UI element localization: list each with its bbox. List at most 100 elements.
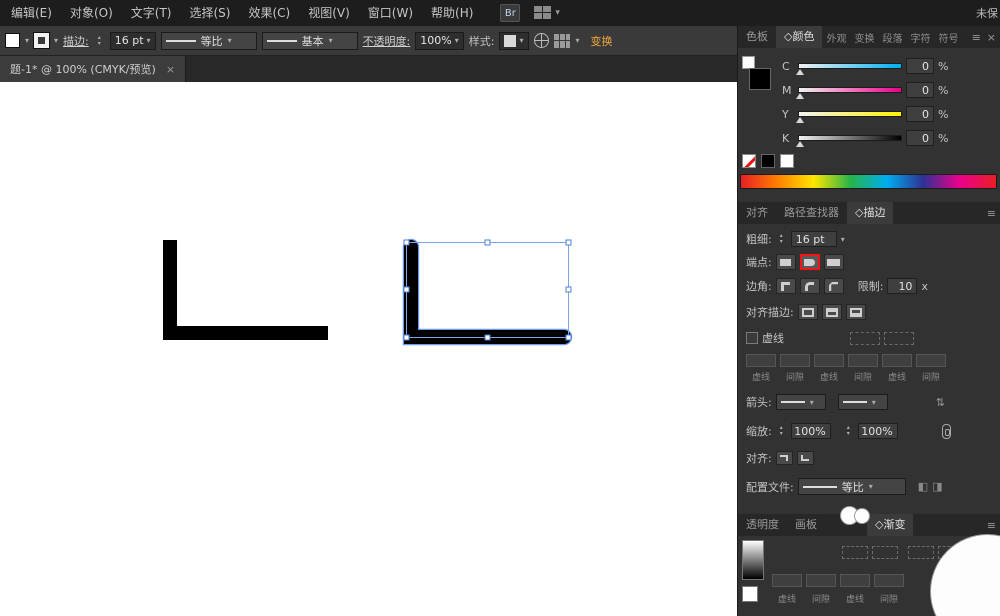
gap-field-2[interactable] [848, 354, 878, 367]
miter-join-button[interactable] [775, 278, 796, 294]
preferences-caret-icon[interactable]: ▾ [575, 36, 579, 45]
handle-bottom-center[interactable] [484, 334, 491, 341]
tab-align[interactable]: 对齐 [738, 202, 776, 224]
dock-character[interactable]: 字符 [906, 30, 934, 45]
stroke-panel-link[interactable]: 描边: [63, 33, 89, 49]
align-center-button[interactable] [797, 304, 818, 320]
transform-link[interactable]: 变换 [590, 33, 612, 49]
tab-swatches[interactable]: 色板 [738, 26, 776, 48]
tab-artboards[interactable]: 画板 [787, 514, 825, 536]
bottom-dash-outline-2[interactable] [872, 546, 898, 559]
bottom-dash-field-1[interactable] [772, 574, 802, 587]
stroke-weight-stepper[interactable]: ▴ ▾ [94, 32, 105, 50]
stroke-weight-value[interactable]: 16 pt ▾ [109, 31, 156, 50]
yellow-value[interactable]: 0 [906, 106, 934, 122]
fill-color-swatch[interactable] [5, 33, 20, 48]
magenta-value[interactable]: 0 [906, 82, 934, 98]
menu-edit[interactable]: 编辑(E) [2, 0, 61, 26]
menu-object[interactable]: 对象(O) [61, 0, 122, 26]
tab-gradient[interactable]: ◇渐变 [867, 514, 914, 536]
handle-bottom-left[interactable] [403, 334, 410, 341]
profile-dropdown[interactable]: 等比 ▾ [797, 478, 906, 495]
gap-field-3[interactable] [916, 354, 946, 367]
document-setup-globe-icon[interactable] [534, 33, 550, 48]
projecting-cap-button[interactable] [823, 254, 844, 270]
workspace-caret-icon[interactable]: ▾ [555, 8, 560, 18]
round-join-button[interactable] [799, 278, 820, 294]
bottom-dash-outline-3[interactable] [908, 546, 934, 559]
handle-mid-left[interactable] [403, 286, 410, 293]
dashed-line-checkbox[interactable] [746, 332, 758, 344]
link-scale-icon[interactable] [941, 423, 951, 439]
arrow-start-dropdown[interactable]: ▾ [775, 394, 826, 410]
weight-value[interactable]: 16 pt [790, 231, 837, 247]
none-color-swatch[interactable] [742, 154, 756, 168]
gap-field-1[interactable] [780, 354, 810, 367]
menu-effect[interactable]: 效果(C) [239, 0, 299, 26]
bottom-gap-field-1[interactable] [806, 574, 836, 587]
dash-field-2[interactable] [814, 354, 844, 367]
handle-mid-right[interactable] [565, 286, 572, 293]
dash-preserve-button[interactable] [850, 331, 880, 345]
magenta-slider[interactable] [796, 87, 902, 99]
menu-select[interactable]: 选择(S) [180, 0, 239, 26]
handle-top-left[interactable] [403, 239, 410, 246]
document-tab[interactable]: 题-1* @ 100% (CMYK/预览) × [0, 56, 187, 82]
style-swatch-dropdown[interactable]: ▾ [499, 31, 530, 50]
selection-bounding-box[interactable] [406, 242, 569, 338]
menu-view[interactable]: 视图(V) [299, 0, 359, 26]
opacity-caret-icon[interactable]: ▾ [455, 36, 459, 45]
bottom-panel-menu-icon[interactable]: ≡ [987, 519, 996, 532]
document-close-icon[interactable]: × [166, 63, 175, 76]
black-value[interactable]: 0 [906, 130, 934, 146]
cyan-value[interactable]: 0 [906, 58, 934, 74]
menu-window[interactable]: 窗口(W) [359, 0, 422, 26]
butt-cap-button[interactable] [775, 254, 796, 270]
dash-align-button[interactable] [884, 331, 914, 345]
menu-type[interactable]: 文字(T) [122, 0, 181, 26]
opacity-value[interactable]: 100% ▾ [415, 31, 464, 50]
tab-stroke[interactable]: ◇描边 [847, 202, 894, 224]
color-panel-menu-icon[interactable]: ≡ [972, 31, 981, 44]
stroke-color-swatch[interactable] [33, 32, 51, 49]
dock-paragraph[interactable]: 段落 [878, 30, 906, 45]
handle-top-right[interactable] [565, 239, 572, 246]
bottom-gap-field-2[interactable] [874, 574, 904, 587]
weight-caret-icon[interactable]: ▾ [841, 235, 845, 244]
tab-color[interactable]: ◇颜色 [776, 26, 823, 48]
fill-caret-icon[interactable]: ▾ [25, 36, 29, 45]
scale-end-stepper[interactable]: ▴ ▾ [843, 422, 854, 440]
stroke-caret-icon[interactable]: ▾ [54, 36, 58, 45]
bottom-dash-outline-1[interactable] [842, 546, 868, 559]
workspace-layout-icon[interactable] [534, 6, 552, 20]
flip-across-icon[interactable]: ◧ [918, 480, 928, 493]
miter-limit-value[interactable]: 10 [887, 278, 918, 294]
round-cap-button-highlighted[interactable] [799, 254, 820, 270]
selection-handles[interactable] [403, 239, 572, 341]
color-panel-close-icon[interactable]: × [987, 31, 996, 44]
preferences-grid-icon[interactable] [554, 33, 571, 48]
brush-definition-dropdown[interactable]: 基本 ▾ [261, 31, 358, 50]
swap-arrowheads-icon[interactable]: ⇅ [936, 396, 945, 409]
dock-symbols[interactable]: 符号 [934, 30, 962, 45]
bottom-dash-field-2[interactable] [840, 574, 870, 587]
color-spectrum-bar[interactable] [740, 174, 997, 189]
flip-along-icon[interactable]: ◨ [932, 480, 942, 493]
dock-transform[interactable]: 变换 [850, 30, 878, 45]
handle-top-center[interactable] [484, 239, 491, 246]
yellow-slider-thumb[interactable] [796, 117, 804, 123]
tab-pathfinder[interactable]: 路径查找器 [776, 202, 847, 224]
gradient-annotator-circle-2[interactable] [854, 508, 870, 524]
stroke-proxy-swatch[interactable] [749, 68, 771, 90]
cyan-slider-thumb[interactable] [796, 69, 804, 75]
align-inside-button[interactable] [821, 304, 842, 320]
tab-transparency[interactable]: 透明度 [738, 514, 787, 536]
bevel-join-button[interactable] [823, 278, 844, 294]
dash-field-1[interactable] [746, 354, 776, 367]
stroke-panel-menu-icon[interactable]: ≡ [987, 207, 996, 220]
weight-stepper[interactable]: ▴ ▾ [776, 230, 787, 248]
black-slider-thumb[interactable] [796, 141, 804, 147]
scale-start-stepper[interactable]: ▴ ▾ [776, 422, 787, 440]
l-shape-butt-cap[interactable] [163, 240, 328, 340]
fill-stroke-indicator[interactable] [742, 56, 776, 100]
